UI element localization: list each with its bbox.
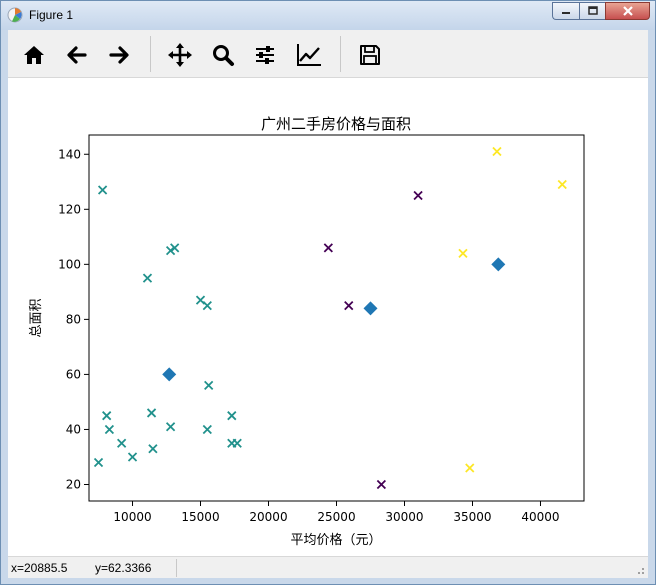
status-bar: x=20885.5 y=62.3366 — [8, 556, 648, 578]
x-tick-label: 25000 — [317, 510, 355, 524]
x-tick-label: 30000 — [385, 510, 423, 524]
minimize-icon — [562, 12, 570, 14]
sliders-icon — [256, 46, 274, 64]
navigation-toolbar — [8, 30, 648, 78]
y-tick-label: 140 — [58, 147, 81, 161]
subplots-button[interactable] — [249, 39, 281, 71]
maximize-icon — [587, 6, 598, 15]
forward-button[interactable] — [103, 39, 135, 71]
status-divider — [176, 559, 177, 577]
x-tick-label: 35000 — [453, 510, 491, 524]
chart-title: 广州二手房价格与面积 — [261, 115, 411, 133]
x-tick-label: 40000 — [521, 510, 559, 524]
close-button[interactable] — [605, 2, 650, 20]
edit-axis-button[interactable] — [293, 39, 325, 71]
x-tick-label: 10000 — [113, 510, 151, 524]
home-icon — [24, 46, 44, 64]
arrow-left-icon — [67, 46, 87, 64]
home-button[interactable] — [18, 39, 50, 71]
x-tick-label: 15000 — [181, 510, 219, 524]
figure-window: Figure 1 广州二手房价格与面积 10000 15000 20000 25… — [0, 0, 656, 585]
search-icon — [213, 45, 234, 66]
window-title: Figure 1 — [29, 8, 74, 22]
title-bar[interactable]: Figure 1 — [1, 1, 655, 30]
save-icon — [360, 45, 380, 65]
y-tick-label: 120 — [58, 202, 81, 216]
pan-button[interactable] — [164, 39, 196, 71]
toolbar-separator — [150, 36, 151, 72]
close-icon — [622, 6, 633, 16]
save-button[interactable] — [354, 39, 386, 71]
cursor-x-readout: x=20885.5 — [11, 561, 68, 575]
y-axis-label: 总面积 — [29, 298, 44, 337]
x-tick-label: 20000 — [249, 510, 287, 524]
x-axis: 10000 15000 20000 25000 30000 35000 40000 — [113, 501, 560, 524]
x-axis-label: 平均价格（元） — [290, 532, 381, 548]
move-icon — [168, 43, 192, 67]
cursor-y-readout: y=62.3366 — [95, 561, 152, 575]
y-tick-label: 80 — [66, 312, 81, 326]
y-tick-label: 100 — [58, 257, 81, 271]
back-button[interactable] — [61, 39, 93, 71]
arrow-right-icon — [109, 46, 129, 64]
y-tick-label: 60 — [66, 367, 81, 381]
y-tick-label: 20 — [66, 477, 81, 491]
y-tick-label: 40 — [66, 422, 81, 436]
figure-canvas[interactable]: 广州二手房价格与面积 10000 15000 20000 25000 30000 3500… — [8, 78, 648, 554]
y-axis: 20 40 60 80 100 120 140 — [58, 147, 89, 491]
plot-area[interactable] — [88, 134, 585, 502]
app-icon — [7, 7, 23, 23]
scatter-chart[interactable]: 广州二手房价格与面积 10000 15000 20000 25000 30000 3500… — [8, 78, 648, 554]
maximize-button[interactable] — [579, 2, 605, 20]
zoom-button[interactable] — [207, 39, 239, 71]
line-chart-icon — [297, 44, 321, 66]
toolbar-separator — [340, 36, 341, 72]
resize-grip-icon[interactable] — [635, 565, 645, 575]
minimize-button[interactable] — [552, 2, 579, 20]
